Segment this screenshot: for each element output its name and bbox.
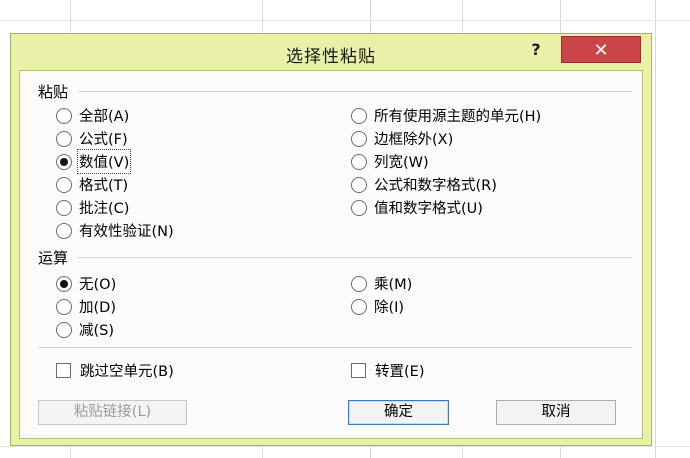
paste-except-borders-option[interactable]: 边框除外(X) bbox=[351, 128, 453, 149]
operation-add-radio[interactable] bbox=[56, 298, 72, 315]
skip-blanks-label: 跳过空单元(B) bbox=[80, 364, 174, 380]
paste-special-dialog: 选择性粘贴 ? ✕ 粘贴 全部(A) 公式(F) 数值(V) 格式(T) 批注(… bbox=[10, 33, 652, 446]
operation-none-label: 无(O) bbox=[79, 277, 117, 293]
paste-validation-radio[interactable] bbox=[56, 222, 72, 239]
paste-all-source-theme-radio[interactable] bbox=[351, 107, 367, 124]
operation-section-divider bbox=[78, 257, 632, 258]
paste-validation-option[interactable]: 有效性验证(N) bbox=[56, 220, 174, 241]
operation-section-heading: 运算 bbox=[38, 249, 69, 267]
paste-section-heading: 粘贴 bbox=[38, 83, 69, 101]
operation-divide-label: 除(I) bbox=[374, 300, 405, 316]
paste-formats-radio[interactable] bbox=[56, 176, 72, 193]
paste-values-number-formats-radio[interactable] bbox=[351, 199, 367, 216]
paste-section-divider bbox=[78, 91, 632, 92]
paste-values-label: 数值(V) bbox=[76, 149, 132, 174]
paste-validation-label: 有效性验证(N) bbox=[79, 224, 174, 240]
skip-blanks-checkbox[interactable] bbox=[56, 363, 71, 378]
paste-except-borders-label: 边框除外(X) bbox=[374, 132, 454, 148]
operation-divide-option[interactable]: 除(I) bbox=[351, 296, 404, 317]
operation-multiply-label: 乘(M) bbox=[374, 277, 413, 293]
paste-formulas-number-formats-label: 公式和数字格式(R) bbox=[374, 178, 497, 194]
paste-comments-label: 批注(C) bbox=[79, 201, 130, 217]
operation-none-option[interactable]: 无(O) bbox=[56, 273, 116, 294]
paste-values-number-formats-option[interactable]: 值和数字格式(U) bbox=[351, 197, 483, 218]
paste-formulas-label: 公式(F) bbox=[79, 132, 128, 148]
paste-all-label: 全部(A) bbox=[79, 109, 130, 125]
paste-formulas-option[interactable]: 公式(F) bbox=[56, 128, 128, 149]
options-divider bbox=[38, 347, 632, 348]
operation-multiply-option[interactable]: 乘(M) bbox=[351, 273, 412, 294]
paste-formulas-radio[interactable] bbox=[56, 130, 72, 147]
operation-subtract-option[interactable]: 减(S) bbox=[56, 319, 114, 340]
paste-all-source-theme-option[interactable]: 所有使用源主题的单元(H) bbox=[351, 105, 541, 126]
paste-all-radio[interactable] bbox=[56, 107, 72, 124]
operation-add-option[interactable]: 加(D) bbox=[56, 296, 116, 317]
paste-formulas-number-formats-option[interactable]: 公式和数字格式(R) bbox=[351, 174, 497, 195]
skip-blanks-option[interactable]: 跳过空单元(B) bbox=[56, 360, 174, 381]
ok-button[interactable]: 确定 bbox=[348, 400, 449, 425]
paste-comments-option[interactable]: 批注(C) bbox=[56, 197, 129, 218]
paste-values-radio[interactable] bbox=[56, 153, 72, 170]
operation-subtract-label: 减(S) bbox=[79, 323, 115, 339]
help-button[interactable]: ? bbox=[525, 39, 547, 61]
paste-formulas-number-formats-radio[interactable] bbox=[351, 176, 367, 193]
close-button[interactable]: ✕ bbox=[561, 36, 641, 63]
paste-column-widths-option[interactable]: 列宽(W) bbox=[351, 151, 429, 172]
paste-column-widths-radio[interactable] bbox=[351, 153, 367, 170]
operation-none-radio[interactable] bbox=[56, 275, 72, 292]
dialog-titlebar[interactable]: 选择性粘贴 ? ✕ bbox=[11, 34, 651, 70]
paste-formats-label: 格式(T) bbox=[79, 178, 129, 194]
paste-values-number-formats-label: 值和数字格式(U) bbox=[374, 201, 483, 217]
operation-multiply-radio[interactable] bbox=[351, 275, 367, 292]
paste-formats-option[interactable]: 格式(T) bbox=[56, 174, 128, 195]
dialog-title: 选择性粘贴 bbox=[286, 47, 376, 67]
paste-column-widths-label: 列宽(W) bbox=[374, 155, 429, 171]
paste-all-option[interactable]: 全部(A) bbox=[56, 105, 129, 126]
operation-subtract-radio[interactable] bbox=[56, 321, 72, 338]
operation-divide-radio[interactable] bbox=[351, 298, 367, 315]
transpose-label: 转置(E) bbox=[375, 364, 425, 380]
paste-comments-radio[interactable] bbox=[56, 199, 72, 216]
transpose-option[interactable]: 转置(E) bbox=[351, 360, 424, 381]
transpose-checkbox[interactable] bbox=[351, 363, 366, 378]
paste-link-button[interactable]: 粘贴链接(L) bbox=[38, 400, 187, 425]
operation-add-label: 加(D) bbox=[79, 300, 116, 316]
paste-values-option[interactable]: 数值(V) bbox=[56, 149, 132, 174]
cancel-button[interactable]: 取消 bbox=[496, 400, 616, 425]
paste-all-source-theme-label: 所有使用源主题的单元(H) bbox=[374, 109, 542, 125]
paste-except-borders-radio[interactable] bbox=[351, 130, 367, 147]
dialog-content: 粘贴 全部(A) 公式(F) 数值(V) 格式(T) 批注(C) 有效性验证(N… bbox=[19, 70, 643, 439]
